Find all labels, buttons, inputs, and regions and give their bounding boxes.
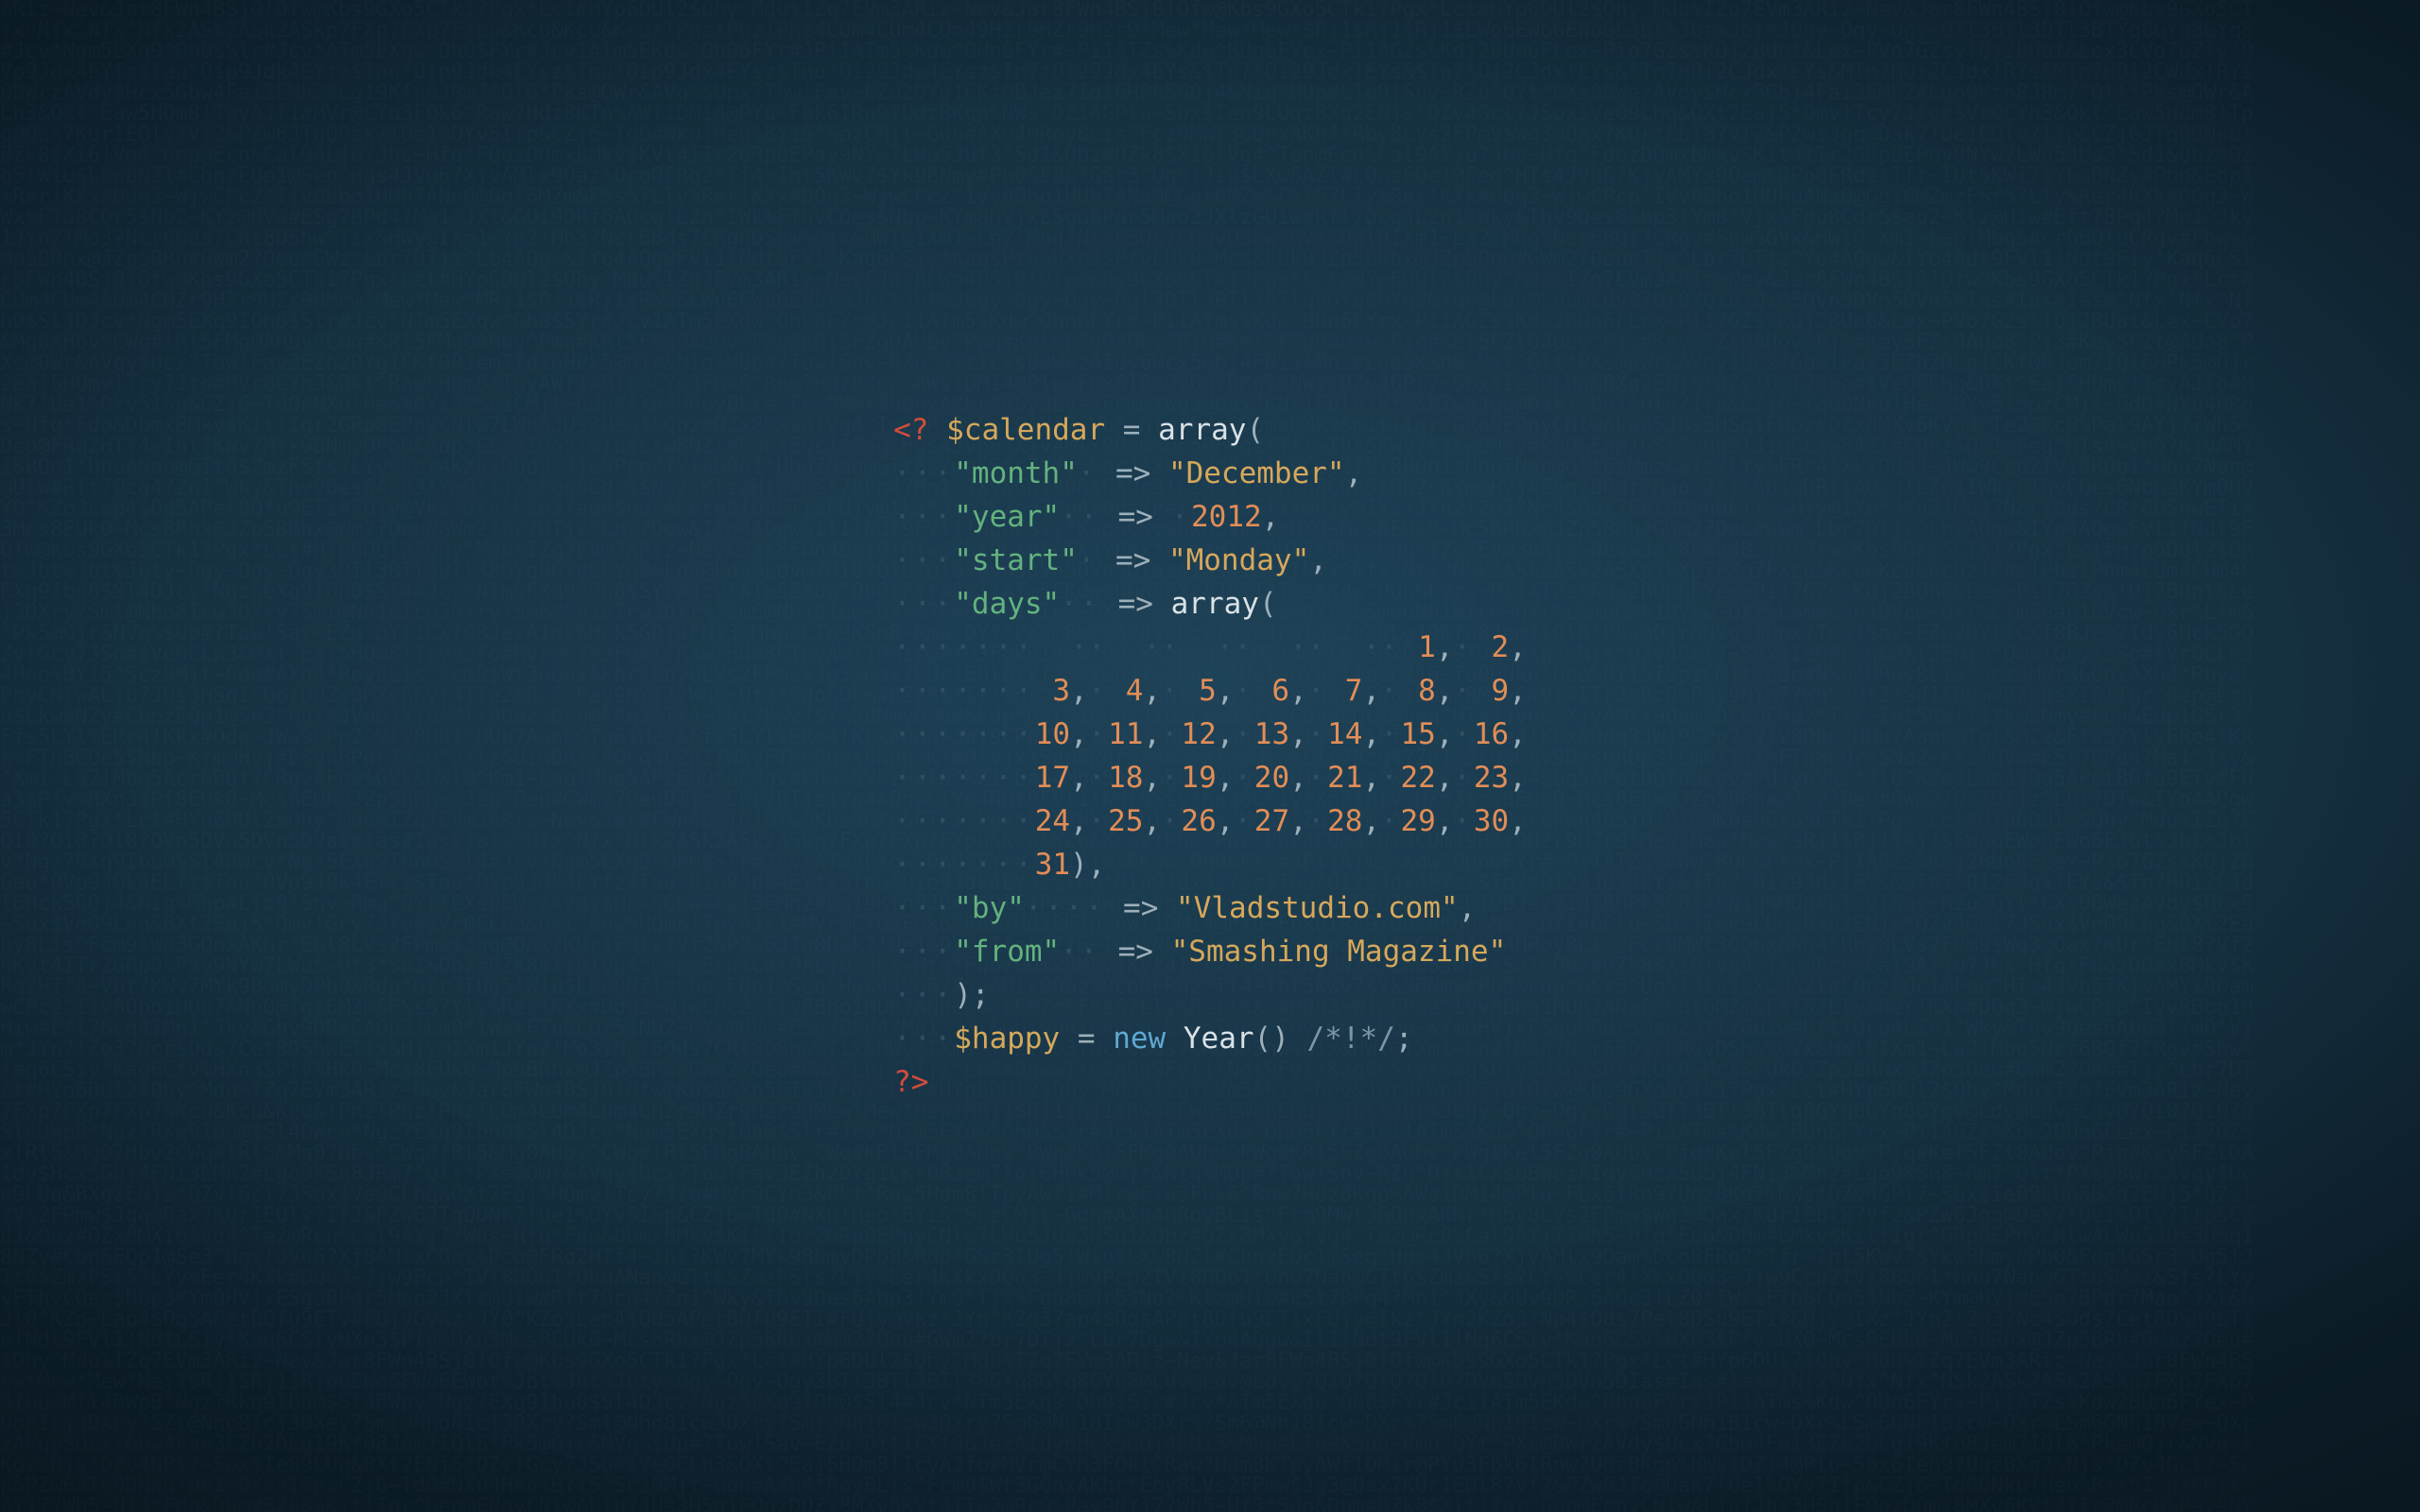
calendar-day: 3 — [1035, 669, 1070, 713]
calendar-day: 30 — [1474, 799, 1509, 843]
calendar-day: 4 — [1108, 669, 1143, 713]
calendar-day: 10 — [1035, 713, 1070, 756]
calendar-day: 28 — [1327, 799, 1362, 843]
php-calendar-code: <? $calendar = array(···"month"· => "Dec… — [893, 408, 1527, 1104]
calendar-day: 22 — [1401, 756, 1436, 799]
calendar-day: 8 — [1401, 669, 1436, 713]
key-from: "from" — [954, 935, 1060, 969]
key-year: "year" — [954, 500, 1060, 534]
calendar-day: 18 — [1108, 756, 1143, 799]
calendar-day: 13 — [1254, 713, 1289, 756]
val-start: "Monday" — [1168, 543, 1309, 577]
keyword-new: new — [1113, 1022, 1166, 1056]
calendar-day: 24 — [1035, 799, 1070, 843]
calendar-day: 12 — [1181, 713, 1216, 756]
calendar-day: 19 — [1181, 756, 1216, 799]
calendar-day: 21 — [1327, 756, 1362, 799]
calendar-day: 14 — [1327, 713, 1362, 756]
calendar-day: 26 — [1181, 799, 1216, 843]
calendar-day: 23 — [1474, 756, 1509, 799]
comment: /*!*/ — [1307, 1022, 1395, 1056]
calendar-day: 2 — [1474, 626, 1509, 669]
key-days: "days" — [954, 587, 1060, 621]
calendar-day-grid: ······· ·· ·· ·· ·· ··1,·2,·······3,·4,·… — [893, 626, 1527, 886]
calendar-day: 29 — [1401, 799, 1436, 843]
calendar-day: 9 — [1474, 669, 1509, 713]
key-start: "start" — [954, 543, 1078, 577]
calendar-day: 17 — [1035, 756, 1070, 799]
calendar-day: 5 — [1181, 669, 1216, 713]
type-year: Year — [1184, 1022, 1254, 1056]
val-month: "December" — [1168, 456, 1345, 490]
calendar-day: 20 — [1254, 756, 1289, 799]
calendar-day: 16 — [1474, 713, 1509, 756]
key-by: "by" — [954, 891, 1025, 925]
val-year: 2012 — [1191, 500, 1262, 534]
calendar-day: 11 — [1108, 713, 1143, 756]
calendar-day: 25 — [1108, 799, 1143, 843]
val-by: "Vladstudio.com" — [1176, 891, 1459, 925]
calendar-day: 27 — [1254, 799, 1289, 843]
php-open-tag: <? — [893, 413, 928, 447]
php-close-tag: ?> — [893, 1065, 928, 1099]
calendar-day: 6 — [1254, 669, 1289, 713]
calendar-day: 1 — [1401, 626, 1436, 669]
calendar-day: 7 — [1327, 669, 1362, 713]
calendar-day: 31 — [1035, 843, 1070, 886]
var-calendar: $calendar — [946, 413, 1105, 447]
val-from: "Smashing Magazine" — [1171, 935, 1507, 969]
key-month: "month" — [954, 456, 1078, 490]
var-happy: $happy — [954, 1022, 1060, 1056]
calendar-day: 15 — [1401, 713, 1436, 756]
